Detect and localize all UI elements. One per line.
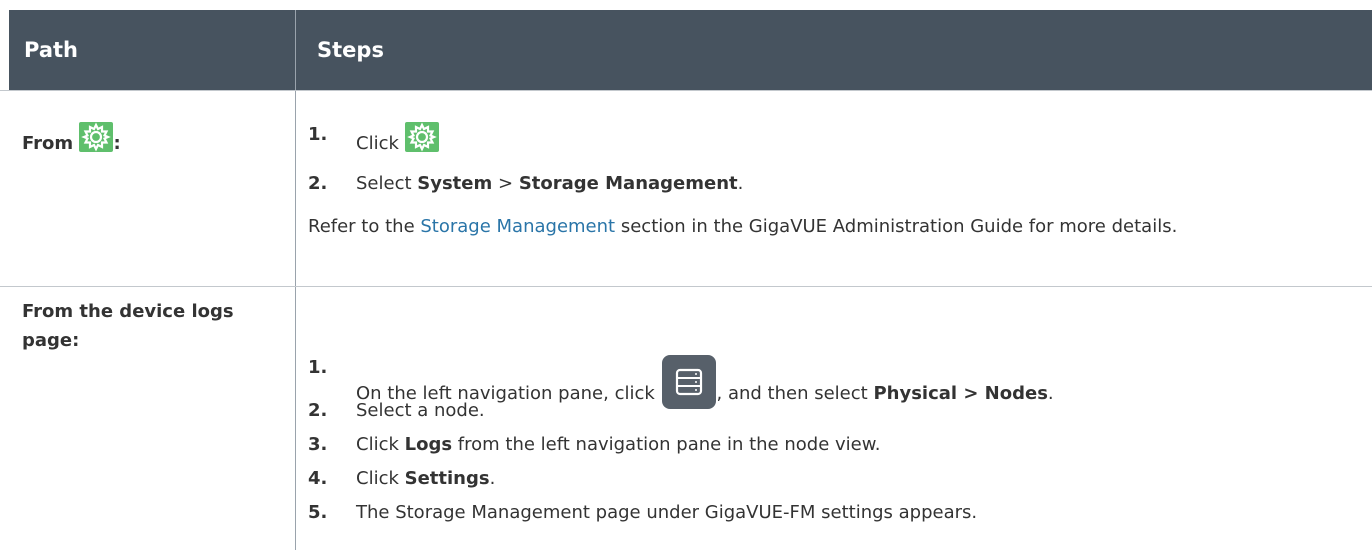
step-number: 3. bbox=[308, 434, 328, 455]
step-number: 5. bbox=[308, 502, 328, 523]
step-text-click: Click bbox=[356, 133, 399, 154]
path-cell: From the device logs page: bbox=[22, 301, 234, 351]
period: . bbox=[1047, 383, 1054, 404]
path-cell: From : bbox=[22, 122, 121, 157]
step-text: Click Settings. bbox=[356, 466, 495, 492]
menu-system: System bbox=[417, 173, 493, 194]
gear-icon bbox=[79, 122, 114, 152]
menu-settings: Settings bbox=[404, 468, 490, 489]
menu-storage-management: Storage Management bbox=[518, 173, 738, 194]
step-text-post: from the left navigation pane in the nod… bbox=[457, 434, 881, 455]
step-text: Select a node. bbox=[356, 400, 485, 421]
step-number: 2. bbox=[308, 400, 328, 421]
period: . bbox=[737, 173, 744, 194]
step-number: 4. bbox=[308, 468, 328, 489]
step-text: Click bbox=[356, 122, 439, 157]
menu-logs: Logs bbox=[404, 434, 453, 455]
table-header: Path Steps bbox=[9, 10, 1372, 90]
step-number: 1. bbox=[308, 357, 328, 378]
path-from-label: From bbox=[22, 133, 74, 154]
period: . bbox=[489, 468, 496, 489]
step-text: Click Logs from the left navigation pane… bbox=[356, 432, 881, 458]
row-divider bbox=[0, 286, 1372, 287]
header-steps: Steps bbox=[317, 38, 384, 62]
step-text: The Storage Management page under GigaVU… bbox=[356, 502, 978, 523]
step-number: 1. bbox=[308, 124, 328, 145]
reference-note: Refer to the Storage Management section … bbox=[308, 212, 1338, 241]
step-number: 2. bbox=[308, 173, 328, 194]
menu-physical-nodes: Physical > Nodes bbox=[873, 383, 1048, 404]
breadcrumb-separator: > bbox=[497, 173, 514, 194]
note-text: section in the GigaVUE Administration Gu… bbox=[620, 216, 1178, 237]
note-text: Refer to the bbox=[308, 216, 415, 237]
path-colon: : bbox=[113, 133, 121, 154]
gear-icon[interactable] bbox=[404, 122, 439, 152]
column-divider bbox=[295, 10, 296, 550]
step-text: Select System > Storage Management. bbox=[356, 171, 743, 197]
row-divider bbox=[0, 90, 1372, 91]
step-text-select: Select bbox=[356, 173, 412, 194]
header-path: Path bbox=[24, 38, 78, 62]
storage-management-link[interactable]: Storage Management bbox=[420, 216, 615, 237]
step-text-mid: , and then select bbox=[716, 383, 868, 404]
server-list-icon[interactable] bbox=[661, 355, 716, 409]
step-text-pre: Click bbox=[356, 434, 399, 455]
step-text-pre: Click bbox=[356, 468, 399, 489]
